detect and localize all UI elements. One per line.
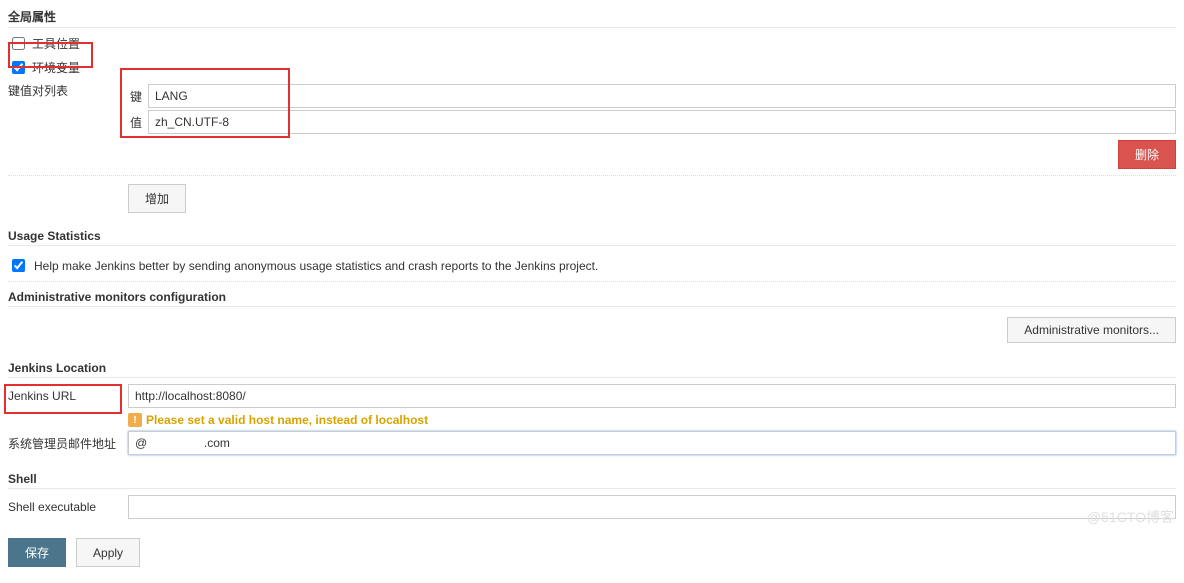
value-label: 值 bbox=[128, 114, 148, 131]
kv-list-label: 键值对列表 bbox=[8, 82, 128, 99]
warning-icon: ! bbox=[128, 413, 142, 427]
admin-email-label: 系统管理员邮件地址 bbox=[8, 435, 128, 452]
tools-location-checkbox[interactable] bbox=[12, 37, 25, 50]
add-button[interactable]: 增加 bbox=[128, 184, 186, 213]
jenkins-location-heading: Jenkins Location bbox=[8, 359, 1176, 378]
tools-location-label: 工具位置 bbox=[32, 35, 80, 52]
jenkins-url-input[interactable] bbox=[128, 384, 1176, 408]
global-properties-heading: 全局属性 bbox=[8, 6, 1176, 28]
delete-button[interactable]: 删除 bbox=[1118, 140, 1176, 169]
hostname-warning-text: Please set a valid host name, instead of… bbox=[146, 413, 428, 427]
save-button[interactable]: 保存 bbox=[8, 538, 66, 567]
shell-heading: Shell bbox=[8, 470, 1176, 489]
key-input[interactable] bbox=[148, 84, 1176, 108]
admin-monitors-button[interactable]: Administrative monitors... bbox=[1007, 317, 1176, 343]
jenkins-url-label: Jenkins URL bbox=[8, 389, 128, 403]
env-vars-label: 环境变量 bbox=[32, 59, 80, 76]
usage-statistics-heading: Usage Statistics bbox=[8, 227, 1176, 246]
shell-executable-input[interactable] bbox=[128, 495, 1176, 519]
usage-stats-label: Help make Jenkins better by sending anon… bbox=[34, 259, 598, 273]
env-vars-checkbox[interactable] bbox=[12, 61, 25, 74]
apply-button[interactable]: Apply bbox=[76, 538, 140, 567]
admin-email-input[interactable] bbox=[128, 431, 1176, 455]
key-label: 键 bbox=[128, 88, 148, 105]
admin-monitors-heading: Administrative monitors configuration bbox=[8, 288, 1176, 307]
shell-executable-label: Shell executable bbox=[8, 500, 128, 514]
usage-stats-checkbox[interactable] bbox=[12, 259, 25, 272]
watermark-text: @51CTO博客 bbox=[1087, 507, 1174, 527]
value-input[interactable] bbox=[148, 110, 1176, 134]
